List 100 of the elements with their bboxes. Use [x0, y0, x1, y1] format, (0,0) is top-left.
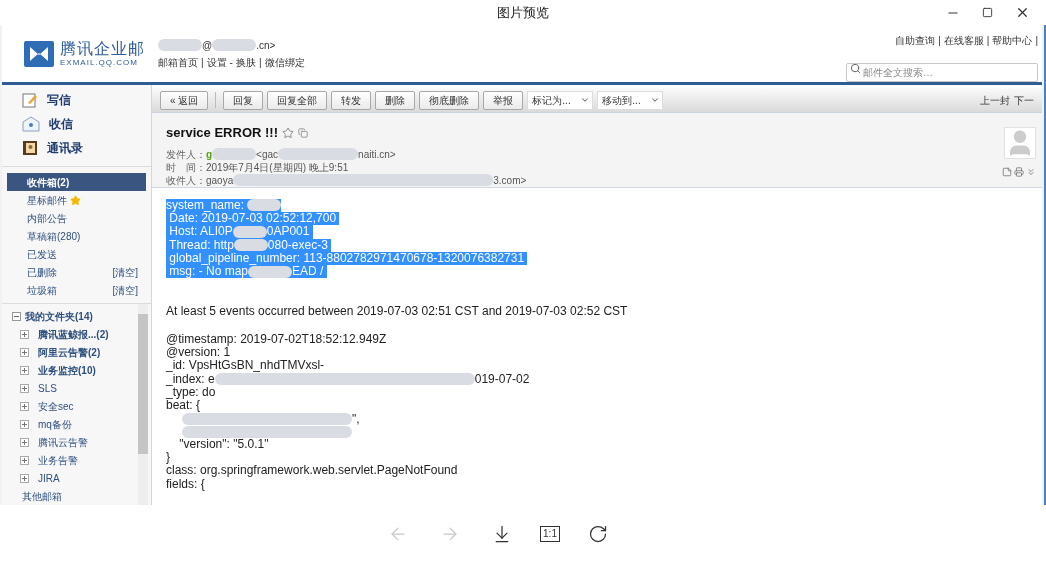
folder-item[interactable]: 星标邮件 [7, 191, 146, 209]
mail-nav-link[interactable]: 下一 [1014, 92, 1034, 108]
inline-text: g [206, 147, 213, 162]
inline-text: "version": "5.0.1" [178, 437, 269, 452]
blur-mark [247, 199, 282, 212]
toolbar-button[interactable]: 删除 [375, 90, 416, 110]
folder-label: 腾讯蓝鲸报...(2) [38, 327, 109, 342]
expand-icon[interactable] [20, 419, 29, 429]
folder-label: 业务告警 [38, 453, 78, 468]
help-link[interactable]: 自助查询 [895, 33, 936, 48]
toolbar-button[interactable]: 回复 [223, 90, 264, 110]
folder-item[interactable]: 其他邮箱 [2, 487, 138, 505]
blur-mark [233, 239, 268, 252]
folder-item[interactable]: 腾讯蓝鲸报...(2) [2, 325, 138, 343]
header-link[interactable]: 微信绑定 [264, 54, 305, 70]
link-separator: | [1035, 34, 1038, 48]
folder-item[interactable]: 草稿箱(280) [7, 227, 146, 245]
folder-item[interactable]: 收件箱(2) [7, 173, 146, 191]
help-link[interactable]: 帮助中心 [992, 33, 1033, 48]
collapse-toggle[interactable] [12, 311, 21, 321]
folder-item[interactable]: mq备份 [2, 415, 138, 433]
inline-text: <gac [256, 147, 279, 162]
header-link[interactable]: 设置 [206, 54, 227, 70]
link-separator: | [938, 34, 941, 48]
folder-label: mq备份 [38, 417, 72, 432]
window-title: 图片预览 [497, 3, 549, 22]
link-separator: | [986, 34, 990, 48]
inline-text: 019-07-02 [474, 372, 530, 386]
inline-text: Host: ALI0P [168, 225, 233, 239]
folder-group-label[interactable]: 我的文件夹(14) [25, 308, 93, 324]
maximize-icon[interactable] [982, 7, 993, 18]
toolbar-button[interactable]: « 返回 [160, 90, 209, 110]
header-link[interactable]: 换肤 [235, 54, 256, 70]
scrollbar[interactable] [138, 304, 148, 505]
header-link[interactable]: 邮箱首页 [158, 54, 198, 70]
star-icon[interactable] [282, 126, 294, 139]
folder-item[interactable]: 已删除 [清空] [7, 263, 146, 281]
close-icon[interactable] [1015, 5, 1030, 20]
expand-icon[interactable] [20, 383, 29, 393]
link-separator: | [201, 55, 204, 70]
empty-folder-link[interactable]: [清空] [112, 264, 138, 280]
expand-icon[interactable] [20, 437, 29, 447]
folder-label: 收件箱(2) [27, 175, 70, 190]
dropdown[interactable]: 标记为... [527, 90, 594, 110]
folder-item[interactable]: 腾讯云告警 [2, 433, 138, 451]
rotate-icon [587, 523, 608, 544]
expand-icon[interactable] [20, 347, 29, 357]
inline-text: ", [352, 412, 360, 426]
blur-mark [212, 148, 257, 161]
folder-label: 星标邮件 [27, 193, 67, 208]
expand-icon[interactable] [20, 401, 29, 411]
inline-text: system_name: [166, 198, 246, 212]
address-book-icon [22, 140, 38, 156]
mail-nav-link[interactable]: 上一封 [980, 92, 1010, 108]
toolbar-button[interactable]: 转发 [331, 90, 372, 110]
inline-text: beat: { [166, 399, 201, 413]
meta-label: 时 间： [166, 160, 206, 175]
folder-item[interactable]: 业务告警 [2, 451, 138, 469]
toolbar-button[interactable]: 回复全部 [267, 90, 328, 110]
inline-text: .cn> [256, 38, 276, 53]
folder-item[interactable]: 阿里云告警(2) [2, 343, 138, 361]
folder-item[interactable]: 安全sec [2, 397, 138, 415]
folder-item[interactable]: 已发送 [7, 245, 146, 263]
inline-text: At least 5 events occurred between 2019-07-03 02:51 CST and 2019-07-03 02:52 CST [166, 305, 628, 319]
folder-item[interactable]: 业务监控(10) [2, 361, 138, 379]
sidebar-action[interactable]: 写信 [22, 90, 151, 110]
inline-text: @timestamp: 2019-07-02T18:52:12.949Z [166, 332, 387, 347]
search-field[interactable]: 邮件全文搜索… [846, 63, 1038, 82]
pencil-note-icon [22, 92, 38, 108]
print-icon[interactable] [1014, 167, 1024, 178]
expand-icon[interactable] [20, 329, 29, 339]
empty-folder-link[interactable]: [清空] [112, 282, 138, 298]
popout-icon[interactable] [298, 127, 308, 138]
expand-icon[interactable] [20, 455, 29, 465]
help-link[interactable]: 在线客服 [943, 33, 984, 48]
sidebar-action[interactable]: 收信 [22, 114, 151, 134]
inline-text: naiti.cn> [358, 147, 396, 162]
expand-icon[interactable] [20, 365, 29, 375]
folder-label: 草稿箱(280) [27, 229, 81, 244]
folder-item[interactable]: SLS [2, 379, 138, 397]
search-icon [850, 63, 861, 74]
link-separator: | [258, 55, 262, 70]
toolbar-button[interactable]: 彻底删除 [419, 90, 480, 110]
inline-text: _type: do [166, 385, 216, 400]
note-icon[interactable] [1002, 167, 1012, 178]
sidebar-action[interactable]: 通讯录 [22, 138, 151, 158]
dropdown[interactable]: 移动到... [597, 90, 664, 110]
folder-item[interactable]: 内部公告 [7, 209, 146, 227]
meta-label: 收件人： [166, 173, 206, 188]
mail-subject: service ERROR !!! [166, 124, 278, 143]
folder-label: JIRA [38, 471, 60, 486]
actual-size-button[interactable]: 1:1 [540, 525, 560, 542]
envelope-icon [22, 116, 40, 132]
folder-item[interactable]: 垃圾箱 [清空] [7, 281, 146, 299]
folder-label: 业务监控(10) [38, 363, 96, 378]
toolbar-button[interactable]: 举报 [483, 90, 524, 110]
inline-text: 3.com> [493, 173, 527, 188]
expand-icon[interactable] [20, 473, 29, 483]
inline-text: gaoya [206, 173, 234, 188]
folder-item[interactable]: JIRA [2, 469, 138, 487]
